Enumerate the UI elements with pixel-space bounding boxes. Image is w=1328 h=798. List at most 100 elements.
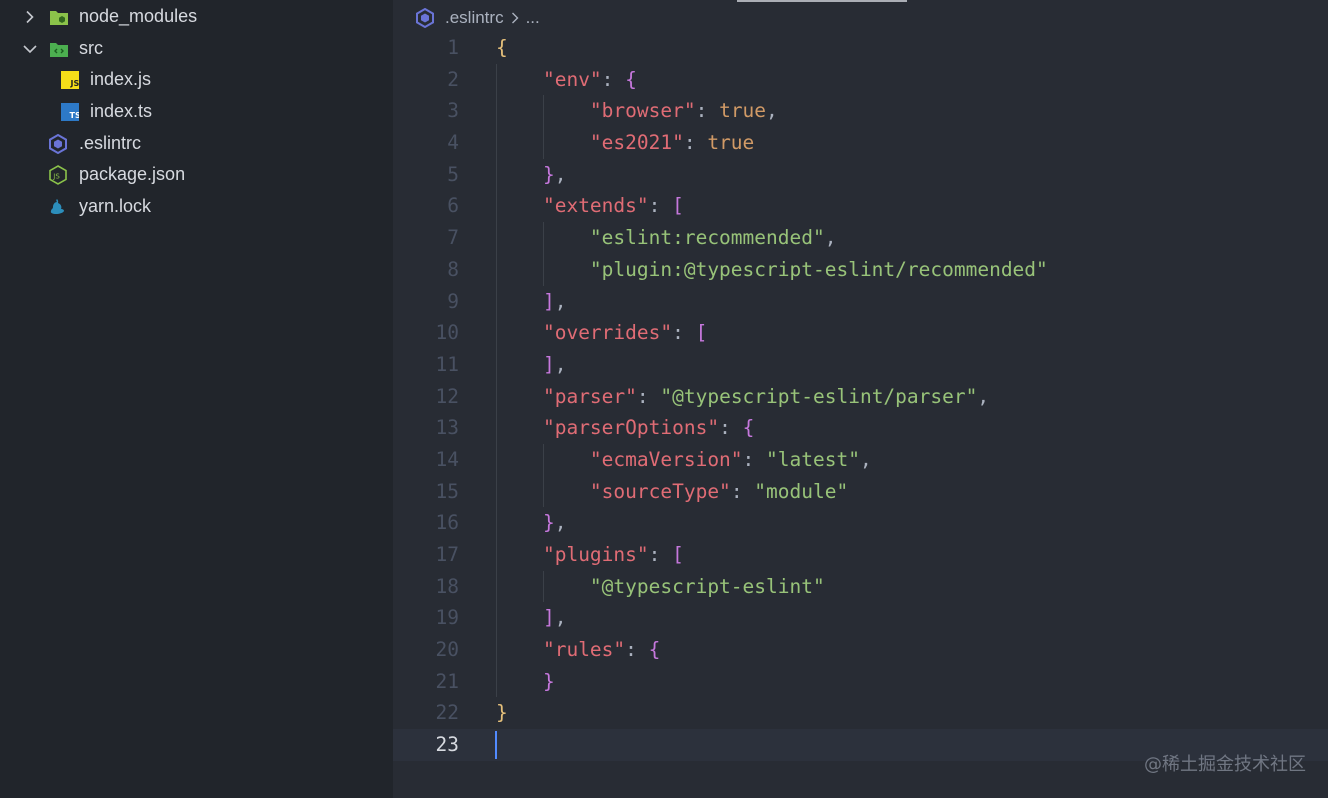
tree-item-eslintrc[interactable]: .eslintrc [0,128,393,160]
eslint-file-icon [48,134,68,154]
svg-text:JS: JS [52,173,60,181]
code-line[interactable]: 2 "env": { [393,63,1328,96]
code-line[interactable]: 15 "sourceType": "module" [393,475,1328,508]
tree-item-label: node_modules [79,6,198,26]
code-editor[interactable]: .eslintrc ... 1{2 "env": {3 "browser": t… [393,0,1328,798]
tree-item-yarn-lock[interactable]: yarn.lock [0,191,393,223]
code-token: : [695,99,720,123]
code-line[interactable]: 16 }, [393,507,1328,539]
folder-src-icon [49,39,69,59]
code-token: : [601,67,626,91]
code-token: : [742,447,767,471]
javascript-file-icon: JS [60,70,80,90]
line-content: }, [496,159,567,191]
code-line[interactable]: 4 "es2021": true [393,127,1328,159]
tree-item-node-modules[interactable]: node_modules [0,1,393,33]
code-token: "plugin:@typescript-eslint/recommended" [589,257,1048,281]
code-token: : [730,479,755,503]
code-line[interactable]: 9 ], [393,285,1328,318]
code-token: true [719,99,767,123]
line-number: 23 [435,733,459,757]
tree-item-package-json[interactable]: JS package.json [0,159,393,191]
tree-item-index-js[interactable]: JS index.js [0,64,393,96]
code-line[interactable]: 7 "eslint:recommended", [393,222,1328,254]
tree-item-label: src [79,38,103,58]
code-line[interactable]: 19 ], [393,602,1328,635]
code-token: "latest" [766,447,860,471]
code-line[interactable]: 10 "overrides": [ [393,317,1328,349]
code-line[interactable]: 18 "@typescript-eslint" [393,570,1328,603]
code-token: [ [672,194,684,218]
code-token: "eslint:recommended" [589,226,825,250]
code-line[interactable]: 14 "ecmaVersion": "latest", [393,443,1328,476]
watermark: @稀土掘金技术社区 [1144,754,1306,775]
code-line[interactable]: 6 "extends": [ [393,190,1328,223]
breadcrumb[interactable]: .eslintrc ... [415,6,540,30]
line-number: 6 [447,194,459,218]
line-content: "parserOptions": { [496,412,754,444]
tree-item-label: index.ts [90,101,153,121]
code-line[interactable]: 22} [393,697,1328,729]
code-token: : [672,321,696,345]
code-token: ] [542,606,555,630]
tree-item-src[interactable]: src [0,33,393,65]
line-number: 5 [447,162,459,186]
tree-item-index-ts[interactable]: TS index.ts [0,96,393,128]
code-token: "extends" [542,194,649,218]
code-line[interactable]: 13 "parserOptions": { [393,412,1328,444]
code-line[interactable]: 3 "browser": true, [393,95,1328,128]
code-token: { [625,67,637,91]
explorer-sidebar: node_modules src JS index.js TS index.ts… [0,0,393,798]
line-content: "es2021": true [496,127,754,159]
line-content: "sourceType": "module" [496,476,848,508]
code-line[interactable]: 1{ [393,32,1328,64]
breadcrumb-file[interactable]: .eslintrc [445,8,504,28]
code-line[interactable]: 21 } [393,665,1328,698]
line-content: ], [496,602,567,634]
code-token: [ [695,321,708,345]
line-content: }, [496,507,567,539]
line-number: 7 [447,226,459,250]
code-token: } [542,162,555,186]
tree-item-label: yarn.lock [79,196,152,216]
chevron-down-icon[interactable] [22,41,38,57]
code-area[interactable]: 1{2 "env": {3 "browser": true, 4 "es2021"… [393,32,1328,761]
eslint-file-icon [415,8,435,28]
code-line[interactable]: 17 "plugins": [ [393,539,1328,571]
code-line[interactable]: 11 ], [393,348,1328,381]
nodejs-file-icon: JS [48,165,68,185]
svg-text:JS: JS [70,79,80,88]
code-line[interactable]: 8 "plugin:@typescript-eslint/recommended… [393,253,1328,286]
code-token: "env" [542,67,602,91]
code-line[interactable]: 12 "parser": "@typescript-eslint/parser"… [393,380,1328,413]
code-token: { [496,36,508,59]
code-token: , [824,226,837,250]
line-content: "eslint:recommended", [496,222,837,254]
chevron-right-icon[interactable] [22,9,38,25]
line-content: ], [496,349,567,381]
line-number: 4 [447,131,459,155]
code-line[interactable]: 20 "rules": { [393,634,1328,666]
breadcrumb-symbols[interactable]: ... [526,8,540,28]
code-token: "overrides" [542,321,673,345]
code-line[interactable]: 5 }, [393,158,1328,191]
code-token: "plugins" [542,543,649,566]
code-token: } [542,669,555,693]
code-token: , [554,606,567,630]
code-token: : [648,543,673,566]
code-token: [ [672,543,684,566]
code-token: , [859,447,872,471]
line-content: } [496,697,508,729]
text-cursor [495,731,497,760]
